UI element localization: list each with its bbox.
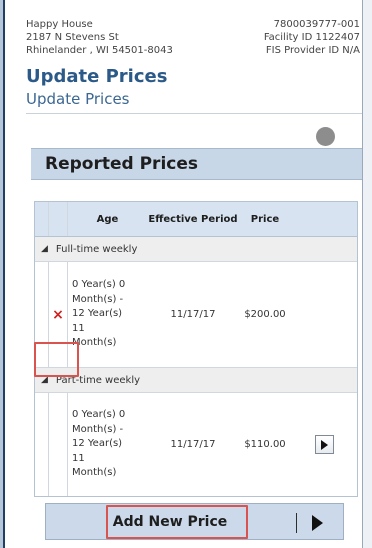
reported-prices-section-header: Reported Prices (31, 148, 362, 180)
column-header-effective-period[interactable]: Effective Period (147, 202, 239, 236)
column-header-price[interactable]: Price (239, 202, 291, 236)
table-row: × 0 Year(s) 0 Month(s) - 12 Year(s) 11 M… (35, 262, 357, 368)
price-cell: $200.00 (244, 309, 286, 320)
price-cell: $110.00 (244, 439, 286, 450)
effective-period-cell: 11/17/17 (170, 309, 216, 320)
age-cell: 0 Year(s) 0 Month(s) - 12 Year(s) 11 Mon… (72, 409, 126, 479)
page-title: Update Prices (26, 66, 168, 87)
address-line2: Rhinelander , WI 54501-8043 (26, 45, 173, 56)
column-header-age[interactable]: Age (68, 202, 147, 236)
effective-period-cell: 11/17/17 (170, 439, 216, 450)
window-left-border (0, 0, 5, 548)
group-row-part-time-weekly[interactable]: ◢ Part-time weekly (35, 368, 357, 393)
fis-provider-id: FIS Provider ID N/A (265, 45, 360, 56)
provider-number: 7800039777-001 (273, 19, 360, 30)
page-subtitle: Update Prices (26, 90, 130, 108)
button-divider (296, 513, 297, 533)
add-button-highlight-box (106, 505, 248, 539)
delete-highlight-box (34, 342, 79, 377)
group-label: Full-time weekly (55, 243, 138, 255)
table-header-row: Age Effective Period Price (35, 201, 357, 237)
status-circle-icon (316, 127, 335, 146)
age-cell: 0 Year(s) 0 Month(s) - 12 Year(s) 11 Mon… (72, 279, 126, 349)
delete-icon[interactable]: × (52, 307, 64, 323)
provider-name: Happy House (26, 19, 93, 30)
section-title: Reported Prices (45, 154, 198, 174)
facility-id: Facility ID 1122407 (263, 32, 360, 43)
scrollbar[interactable] (362, 0, 372, 548)
divider (26, 113, 362, 114)
provider-id-block: 7800039777-001 Facility ID 1122407 FIS P… (264, 18, 360, 57)
play-icon (321, 439, 328, 450)
collapse-caret-icon[interactable]: ◢ (41, 244, 48, 254)
play-icon[interactable] (312, 515, 323, 531)
table-row: 0 Year(s) 0 Month(s) - 12 Year(s) 11 Mon… (35, 393, 357, 496)
action-cell (291, 393, 357, 496)
address-line1: 2187 N Stevens St (26, 32, 119, 43)
prices-table: Age Effective Period Price ◢ Full-time w… (34, 201, 358, 497)
group-row-full-time-weekly[interactable]: ◢ Full-time weekly (35, 237, 357, 262)
provider-address-block: Happy House 2187 N Stevens St Rhinelande… (26, 18, 173, 57)
row-detail-button[interactable] (314, 435, 334, 454)
